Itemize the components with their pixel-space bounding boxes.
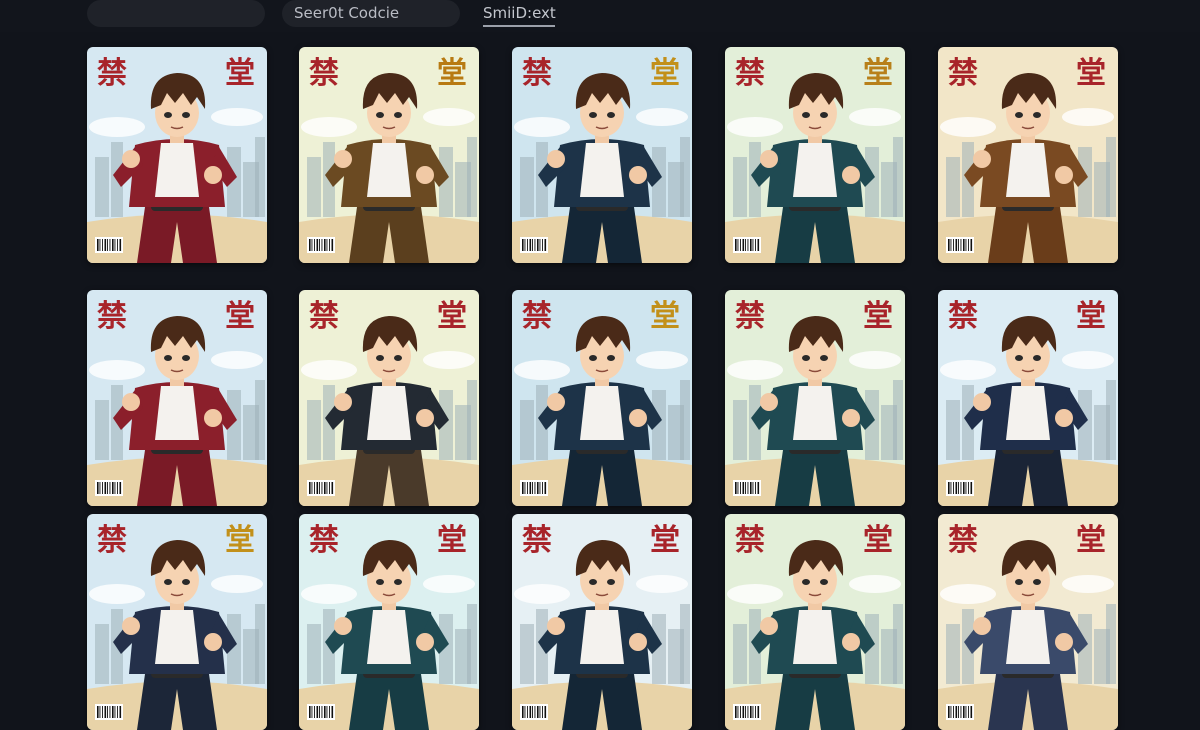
card-artwork: 禁堂 [725,47,905,263]
barcode-icon [520,704,548,720]
card-kanji-right: 堂 [650,523,680,558]
barcode-icon [733,704,761,720]
card-artwork: 禁堂 [938,47,1118,263]
card-kanji-left: 禁 [522,56,552,91]
card-kanji-right: 堂 [650,299,680,334]
card-item[interactable]: 禁堂 [938,290,1118,506]
card-artwork: 禁堂 [87,290,267,506]
barcode-icon [95,237,123,253]
barcode-icon [733,480,761,496]
barcode-icon [95,704,123,720]
card-kanji-left: 禁 [735,56,765,91]
card-kanji-right: 堂 [225,523,255,558]
card-item[interactable]: 禁堂 [87,514,267,730]
barcode-icon [307,480,335,496]
top-toolbar: Seer0t Codcie SmiiD:ext [0,0,1200,32]
barcode-icon [733,237,761,253]
barcode-icon [946,704,974,720]
card-artwork: 禁堂 [512,514,692,730]
card-artwork: 禁堂 [87,514,267,730]
search-field[interactable]: Seer0t Codcie [282,0,460,27]
card-kanji-right: 堂 [863,299,893,334]
barcode-icon [946,480,974,496]
card-item[interactable]: 禁堂 [299,47,479,263]
search-field-text: Seer0t Codcie [294,4,400,22]
card-kanji-right: 堂 [437,56,467,91]
card-kanji-right: 堂 [1076,299,1106,334]
card-kanji-left: 禁 [97,56,127,91]
card-kanji-left: 禁 [948,56,978,91]
card-artwork: 禁堂 [87,47,267,263]
card-item[interactable]: 禁堂 [299,290,479,506]
card-kanji-right: 堂 [1076,56,1106,91]
card-kanji-left: 禁 [97,299,127,334]
card-kanji-left: 禁 [522,523,552,558]
card-kanji-left: 禁 [309,523,339,558]
card-item[interactable]: 禁堂 [87,290,267,506]
card-item[interactable]: 禁堂 [512,514,692,730]
card-kanji-left: 禁 [948,523,978,558]
card-item[interactable]: 禁堂 [725,290,905,506]
card-kanji-right: 堂 [225,299,255,334]
card-grid: 禁堂禁堂禁堂禁堂禁堂禁堂禁堂禁堂禁堂禁堂禁堂禁堂禁堂禁堂禁堂 [87,47,1118,730]
card-kanji-right: 堂 [650,56,680,91]
card-artwork: 禁堂 [725,290,905,506]
tab-active[interactable]: SmiiD:ext [483,4,556,22]
card-kanji-right: 堂 [225,56,255,91]
card-kanji-left: 禁 [522,299,552,334]
card-kanji-left: 禁 [948,299,978,334]
card-kanji-left: 禁 [309,299,339,334]
card-kanji-right: 堂 [1076,523,1106,558]
card-kanji-left: 禁 [309,56,339,91]
card-item[interactable]: 禁堂 [512,290,692,506]
barcode-icon [520,480,548,496]
card-artwork: 禁堂 [725,514,905,730]
card-kanji-right: 堂 [437,299,467,334]
card-artwork: 禁堂 [299,514,479,730]
card-artwork: 禁堂 [512,290,692,506]
card-item[interactable]: 禁堂 [725,47,905,263]
tab-active-underline [483,25,555,27]
card-item[interactable]: 禁堂 [938,47,1118,263]
barcode-icon [520,237,548,253]
barcode-icon [95,480,123,496]
card-kanji-right: 堂 [437,523,467,558]
card-artwork: 禁堂 [938,514,1118,730]
card-artwork: 禁堂 [299,47,479,263]
card-item[interactable]: 禁堂 [512,47,692,263]
card-item[interactable]: 禁堂 [725,514,905,730]
card-kanji-left: 禁 [735,523,765,558]
card-kanji-right: 堂 [863,56,893,91]
card-kanji-left: 禁 [97,523,127,558]
card-item[interactable]: 禁堂 [299,514,479,730]
barcode-icon [307,237,335,253]
card-kanji-right: 堂 [863,523,893,558]
barcode-icon [307,704,335,720]
card-kanji-left: 禁 [735,299,765,334]
card-item[interactable]: 禁堂 [938,514,1118,730]
card-artwork: 禁堂 [512,47,692,263]
barcode-icon [946,237,974,253]
card-artwork: 禁堂 [938,290,1118,506]
card-item[interactable]: 禁堂 [87,47,267,263]
nav-pill[interactable] [87,0,265,27]
card-artwork: 禁堂 [299,290,479,506]
